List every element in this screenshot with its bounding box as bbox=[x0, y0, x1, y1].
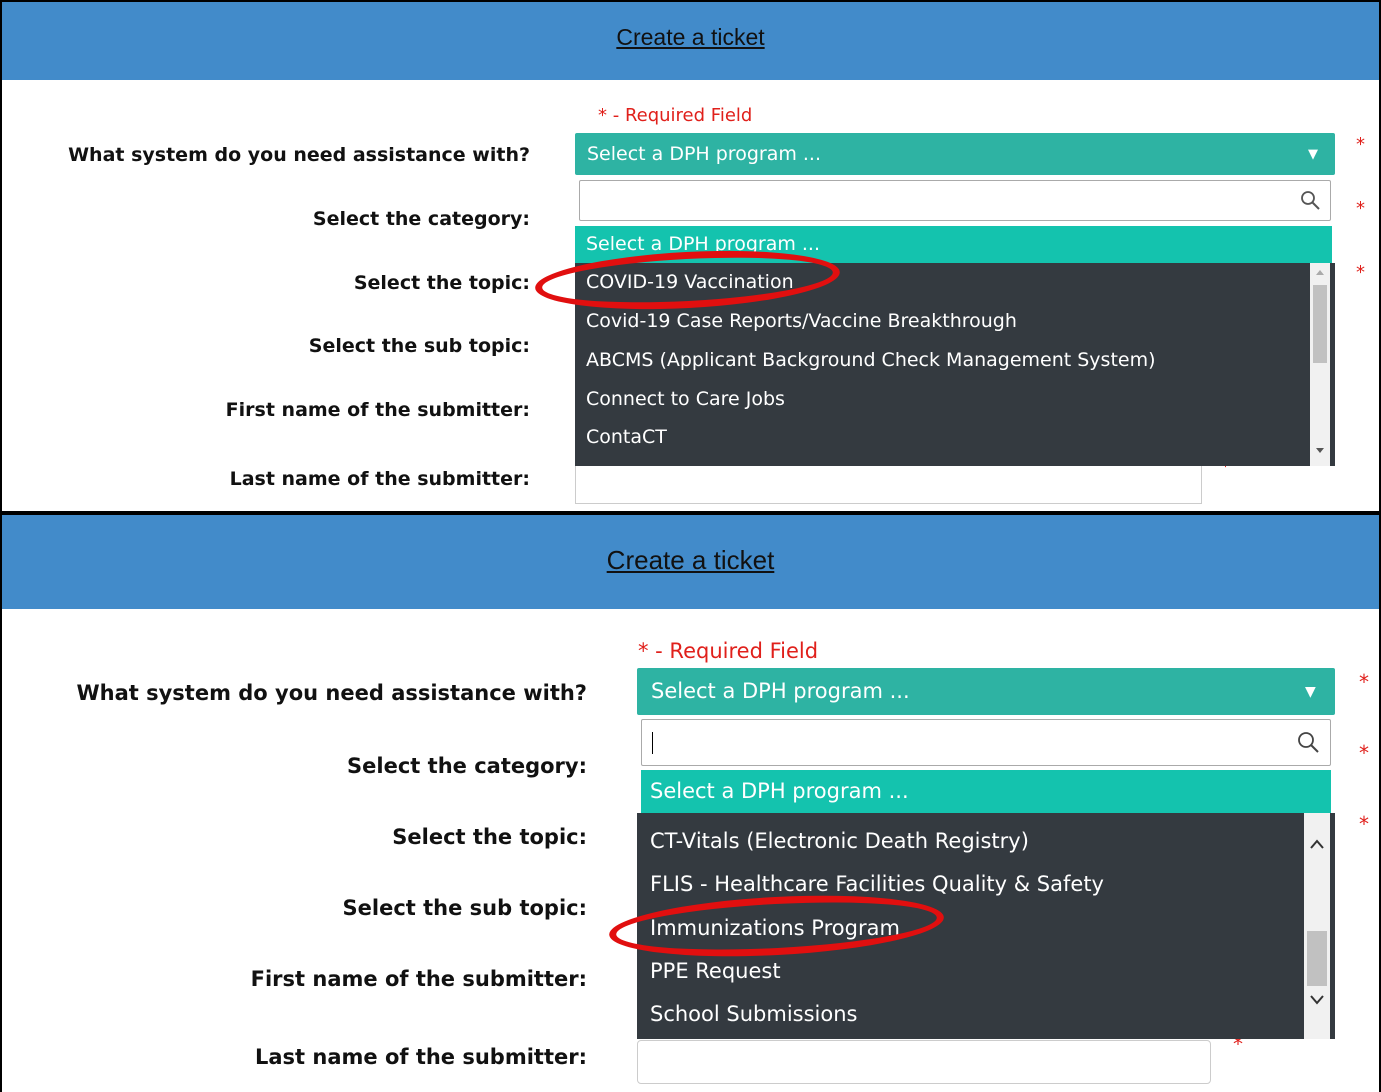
last-name-input[interactable] bbox=[637, 1040, 1211, 1084]
program-select[interactable]: Select a DPH program ... ▼ bbox=[637, 668, 1335, 715]
label-system: What system do you need assistance with? bbox=[68, 144, 530, 166]
top-ticket-form: Create a ticket * - Required Field What … bbox=[0, 0, 1381, 513]
required-asterisk: * bbox=[1359, 670, 1369, 694]
form-header: Create a ticket bbox=[2, 515, 1379, 609]
required-asterisk: * bbox=[1356, 134, 1365, 155]
form-header: Create a ticket bbox=[2, 2, 1379, 80]
required-field-note: * - Required Field bbox=[638, 639, 819, 663]
required-field-note: * - Required Field bbox=[598, 105, 753, 126]
label-topic: Select the topic: bbox=[353, 272, 530, 294]
search-icon bbox=[1301, 191, 1320, 210]
highlighted-option[interactable]: Select a DPH program ... bbox=[641, 770, 1331, 813]
required-asterisk: * bbox=[1359, 741, 1369, 765]
bottom-ticket-form: Create a ticket * - Required Field What … bbox=[0, 513, 1381, 1092]
label-category: Select the category: bbox=[347, 754, 587, 778]
scrollbar-thumb[interactable] bbox=[1307, 931, 1327, 986]
list-item[interactable]: FLIS - Healthcare Facilities Quality & S… bbox=[650, 872, 1104, 896]
program-select[interactable]: Select a DPH program ... ▼ bbox=[575, 133, 1335, 175]
program-search-input[interactable] bbox=[641, 719, 1331, 766]
list-item[interactable]: Connect to Care Jobs bbox=[586, 388, 785, 410]
program-select-value: Select a DPH program ... bbox=[651, 679, 910, 703]
label-category: Select the category: bbox=[312, 208, 530, 230]
create-ticket-link[interactable]: Create a ticket bbox=[2, 545, 1379, 576]
scrollbar[interactable] bbox=[1310, 263, 1330, 466]
list-item[interactable]: PPE Request bbox=[650, 959, 781, 983]
scroll-down-icon[interactable] bbox=[1309, 993, 1325, 1007]
scroll-up-icon[interactable] bbox=[1309, 837, 1325, 851]
list-item[interactable]: ABCMS (Applicant Background Check Manage… bbox=[586, 349, 1156, 371]
label-system: What system do you need assistance with? bbox=[76, 681, 587, 705]
label-last-name: Last name of the submitter: bbox=[229, 468, 530, 490]
required-asterisk: * bbox=[1356, 198, 1365, 219]
list-item[interactable]: School Submissions bbox=[650, 1002, 857, 1026]
label-first-name: First name of the submitter: bbox=[225, 399, 530, 421]
scroll-down-icon[interactable] bbox=[1314, 446, 1326, 456]
scroll-up-icon[interactable] bbox=[1314, 267, 1326, 277]
program-select-value: Select a DPH program ... bbox=[587, 143, 822, 165]
chevron-down-icon[interactable]: ▼ bbox=[1308, 147, 1318, 162]
text-cursor bbox=[652, 732, 653, 754]
search-icon bbox=[1298, 732, 1319, 753]
chevron-down-icon[interactable]: ▼ bbox=[1305, 684, 1316, 700]
list-item[interactable]: Covid-19 Case Reports/Vaccine Breakthrou… bbox=[586, 310, 1017, 332]
list-item[interactable]: CT-Vitals (Electronic Death Registry) bbox=[650, 829, 1029, 853]
list-item[interactable]: ContaCT bbox=[586, 426, 667, 448]
highlighted-option-label: Select a DPH program ... bbox=[650, 779, 909, 803]
label-topic: Select the topic: bbox=[392, 825, 587, 849]
label-last-name: Last name of the submitter: bbox=[254, 1045, 587, 1069]
label-sub-topic: Select the sub topic: bbox=[342, 896, 587, 920]
program-search-input[interactable] bbox=[579, 180, 1331, 221]
scrollbar-thumb[interactable] bbox=[1313, 285, 1327, 363]
create-ticket-link[interactable]: Create a ticket bbox=[2, 24, 1379, 51]
label-first-name: First name of the submitter: bbox=[250, 967, 587, 991]
scrollbar[interactable] bbox=[1304, 813, 1330, 1039]
label-sub-topic: Select the sub topic: bbox=[308, 335, 530, 357]
required-asterisk: * bbox=[1356, 262, 1365, 283]
last-name-input[interactable] bbox=[575, 464, 1202, 504]
required-asterisk: * bbox=[1359, 812, 1369, 836]
